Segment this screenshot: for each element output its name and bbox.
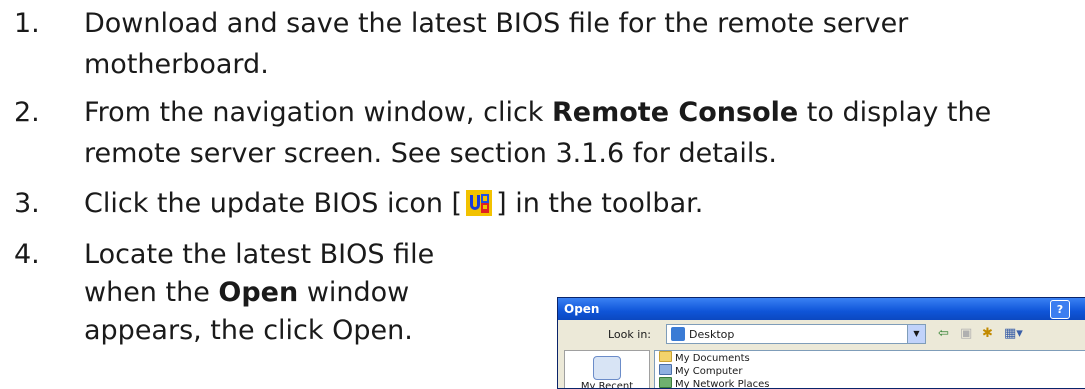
- list-item-label: My Network Places: [675, 379, 770, 389]
- text-run: ] in the toolbar.: [496, 188, 704, 219]
- recent-documents-icon[interactable]: [593, 356, 621, 380]
- look-in-label: Look in:: [608, 328, 651, 341]
- list-item[interactable]: My Network Places: [655, 377, 1085, 389]
- network-icon: [659, 377, 672, 388]
- step-text: appears, the click Open.: [84, 315, 413, 346]
- open-window-label: Open: [218, 277, 299, 308]
- list-item-label: My Documents: [675, 353, 750, 364]
- update-bios-icon: [466, 190, 493, 216]
- text-run: to display the: [798, 97, 992, 128]
- text-run: From the navigation window, click: [84, 97, 553, 128]
- step-text: motherboard.: [84, 49, 269, 80]
- dialog-titlebar: Open ?: [558, 298, 1085, 320]
- text-run: when the: [84, 277, 219, 308]
- step-text: Download and save the latest BIOS file f…: [84, 8, 909, 39]
- step-number: 1.: [14, 8, 40, 39]
- remote-console-label: Remote Console: [552, 97, 799, 128]
- help-button[interactable]: ?: [1050, 300, 1070, 319]
- step-text: remote server screen. See section 3.1.6 …: [84, 138, 777, 169]
- step-text: when the Open window: [84, 276, 409, 310]
- look-in-value: Desktop: [689, 328, 735, 341]
- text-run: window: [298, 277, 410, 308]
- view-menu-icon[interactable]: ▦▾: [1004, 326, 1023, 341]
- step-number: 2.: [14, 97, 40, 128]
- open-dialog: Open ? Look in: Desktop ▼ ⇦ ▣ ✱ ▦▾ My Re…: [557, 297, 1085, 389]
- folder-icon: [659, 351, 672, 362]
- dialog-title: Open: [564, 302, 600, 316]
- step-text: Click the update BIOS icon [ ] in the too…: [84, 187, 703, 221]
- chevron-down-icon[interactable]: ▼: [907, 325, 925, 343]
- text-run: Click the update BIOS icon [: [84, 188, 463, 219]
- list-item[interactable]: My Computer: [655, 364, 1085, 377]
- up-folder-icon[interactable]: ▣: [960, 326, 972, 341]
- places-item-label[interactable]: My Recent: [581, 381, 633, 388]
- list-item[interactable]: My Documents: [655, 351, 1085, 364]
- step-text: Locate the latest BIOS file: [84, 239, 435, 270]
- file-list[interactable]: My Documents My Computer My Network Plac…: [654, 350, 1085, 389]
- new-folder-icon[interactable]: ✱: [982, 326, 993, 341]
- step-number: 4.: [14, 239, 40, 270]
- step-text: From the navigation window, click Remote…: [84, 96, 991, 130]
- computer-icon: [659, 364, 672, 375]
- back-icon[interactable]: ⇦: [938, 326, 949, 341]
- places-bar: My Recent: [564, 350, 650, 388]
- step-number: 3.: [14, 188, 40, 219]
- look-in-select[interactable]: Desktop ▼: [666, 324, 926, 344]
- list-item-label: My Computer: [675, 366, 743, 377]
- desktop-icon: [671, 327, 685, 341]
